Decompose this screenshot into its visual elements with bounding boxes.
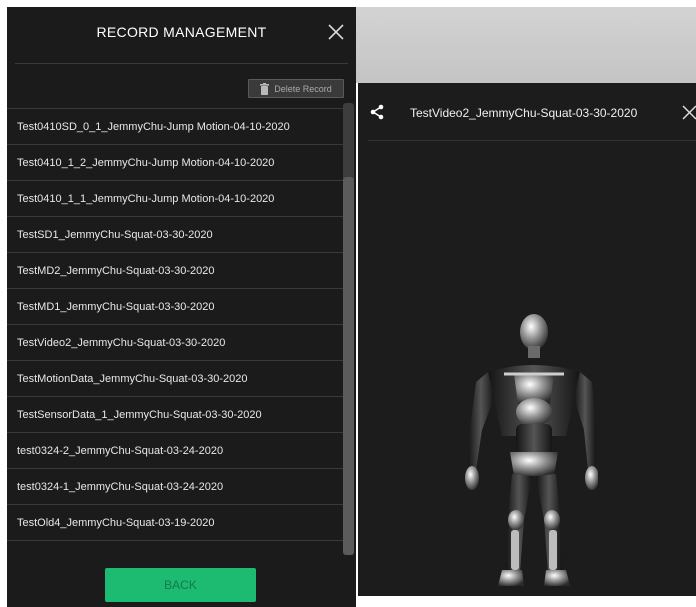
viewer-divider bbox=[368, 140, 696, 141]
delete-record-label: Delete Record bbox=[274, 83, 332, 94]
scrollbar-thumb[interactable] bbox=[343, 177, 354, 555]
share-icon[interactable] bbox=[369, 104, 385, 120]
record-list-item[interactable]: TestVideo2_JemmyChu-Squat-03-30-2020 bbox=[7, 325, 343, 361]
panel-title: RECORD MANAGEMENT bbox=[96, 24, 267, 40]
viewer-close-icon[interactable] bbox=[680, 103, 696, 121]
record-list-item[interactable]: TestMD2_JemmyChu-Squat-03-30-2020 bbox=[7, 253, 343, 289]
close-icon[interactable] bbox=[325, 21, 347, 43]
record-list-item[interactable]: TestOld4_JemmyChu-Squat-03-19-2020 bbox=[7, 505, 343, 541]
record-list-item[interactable]: test0324-1_JemmyChu-Squat-03-24-2020 bbox=[7, 469, 343, 505]
background-area bbox=[356, 7, 696, 83]
record-list: Test0410SD_0_1_JemmyChu-Jump Motion-04-1… bbox=[7, 109, 343, 555]
record-list-item[interactable]: Test0410_1_2_JemmyChu-Jump Motion-04-10-… bbox=[7, 145, 343, 181]
viewer-title: TestVideo2_JemmyChu-Squat-03-30-2020 bbox=[410, 106, 638, 120]
record-list-item[interactable]: Test0410SD_0_1_JemmyChu-Jump Motion-04-1… bbox=[7, 109, 343, 145]
3d-body-model[interactable] bbox=[458, 308, 598, 590]
record-list-item[interactable]: test0324-2_JemmyChu-Squat-03-24-2020 bbox=[7, 433, 343, 469]
trash-icon bbox=[260, 82, 270, 95]
record-list-item[interactable]: TestSD1_JemmyChu-Squat-03-30-2020 bbox=[7, 217, 343, 253]
record-list-item[interactable]: TestMD1_JemmyChu-Squat-03-30-2020 bbox=[7, 289, 343, 325]
record-list-item[interactable]: Test0410_1_1_JemmyChu-Jump Motion-04-10-… bbox=[7, 181, 343, 217]
back-button[interactable]: BACK bbox=[105, 568, 256, 602]
record-list-item[interactable]: TestSensorData_1_JemmyChu-Squat-03-30-20… bbox=[7, 397, 343, 433]
title-divider bbox=[15, 63, 348, 64]
delete-record-button[interactable]: Delete Record bbox=[248, 79, 344, 98]
record-list-item[interactable]: TestMotionData_JemmyChu-Squat-03-30-2020 bbox=[7, 361, 343, 397]
video-viewer-panel: TestVideo2_JemmyChu-Squat-03-30-2020 bbox=[358, 83, 696, 596]
record-management-panel: RECORD MANAGEMENT Delete Record Test0410… bbox=[7, 7, 356, 607]
